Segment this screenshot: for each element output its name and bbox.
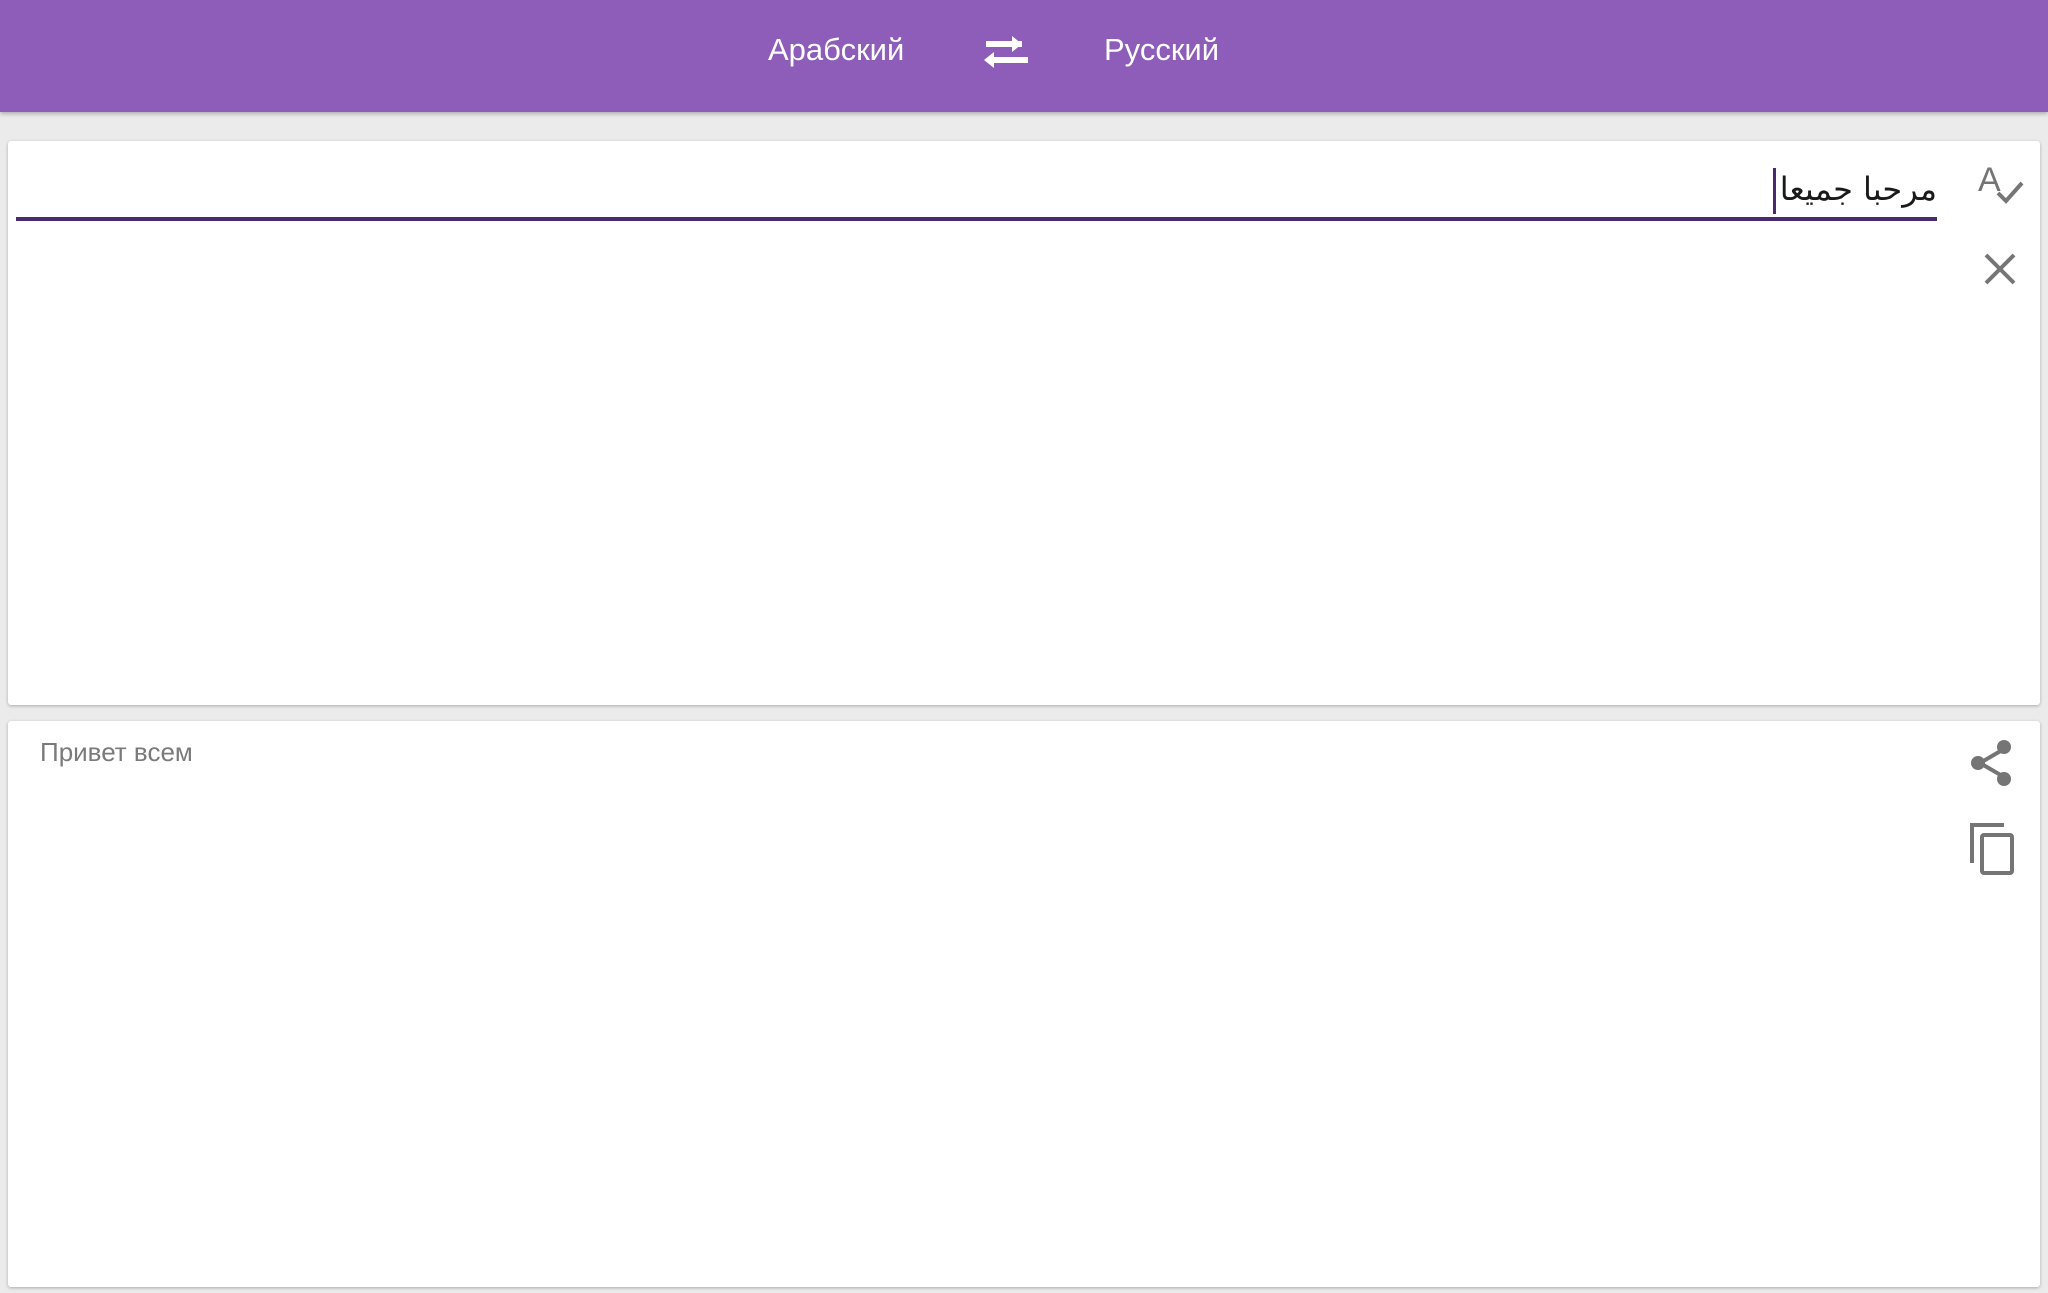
swap-arrows-icon [984, 36, 1028, 68]
spellcheck-icon: A [1978, 161, 2024, 204]
target-language-button[interactable]: Русский [1104, 28, 1219, 72]
svg-text:A: A [1978, 161, 2001, 199]
app-header: Арабский Русский [0, 0, 2048, 112]
swap-languages-button[interactable] [980, 28, 1036, 76]
output-card: Привет всем [8, 721, 2040, 1287]
share-icon [1971, 740, 2011, 786]
spellcheck-button[interactable]: A [1970, 155, 2030, 215]
copy-icon [1970, 823, 2014, 875]
clear-input-button[interactable] [1970, 239, 2030, 299]
close-icon [1984, 253, 2016, 285]
text-caret [1772, 168, 1776, 214]
copy-button[interactable] [1962, 819, 2022, 879]
share-button[interactable] [1962, 733, 2022, 793]
translated-text: Привет всем [40, 737, 193, 767]
source-language-button[interactable]: Арабский [768, 28, 904, 72]
source-text-value: مرحبا جميعا [1779, 170, 1937, 208]
source-text-input[interactable]: مرحبا جميعا [16, 161, 1937, 221]
input-card: مرحبا جميعا A [8, 141, 2040, 705]
